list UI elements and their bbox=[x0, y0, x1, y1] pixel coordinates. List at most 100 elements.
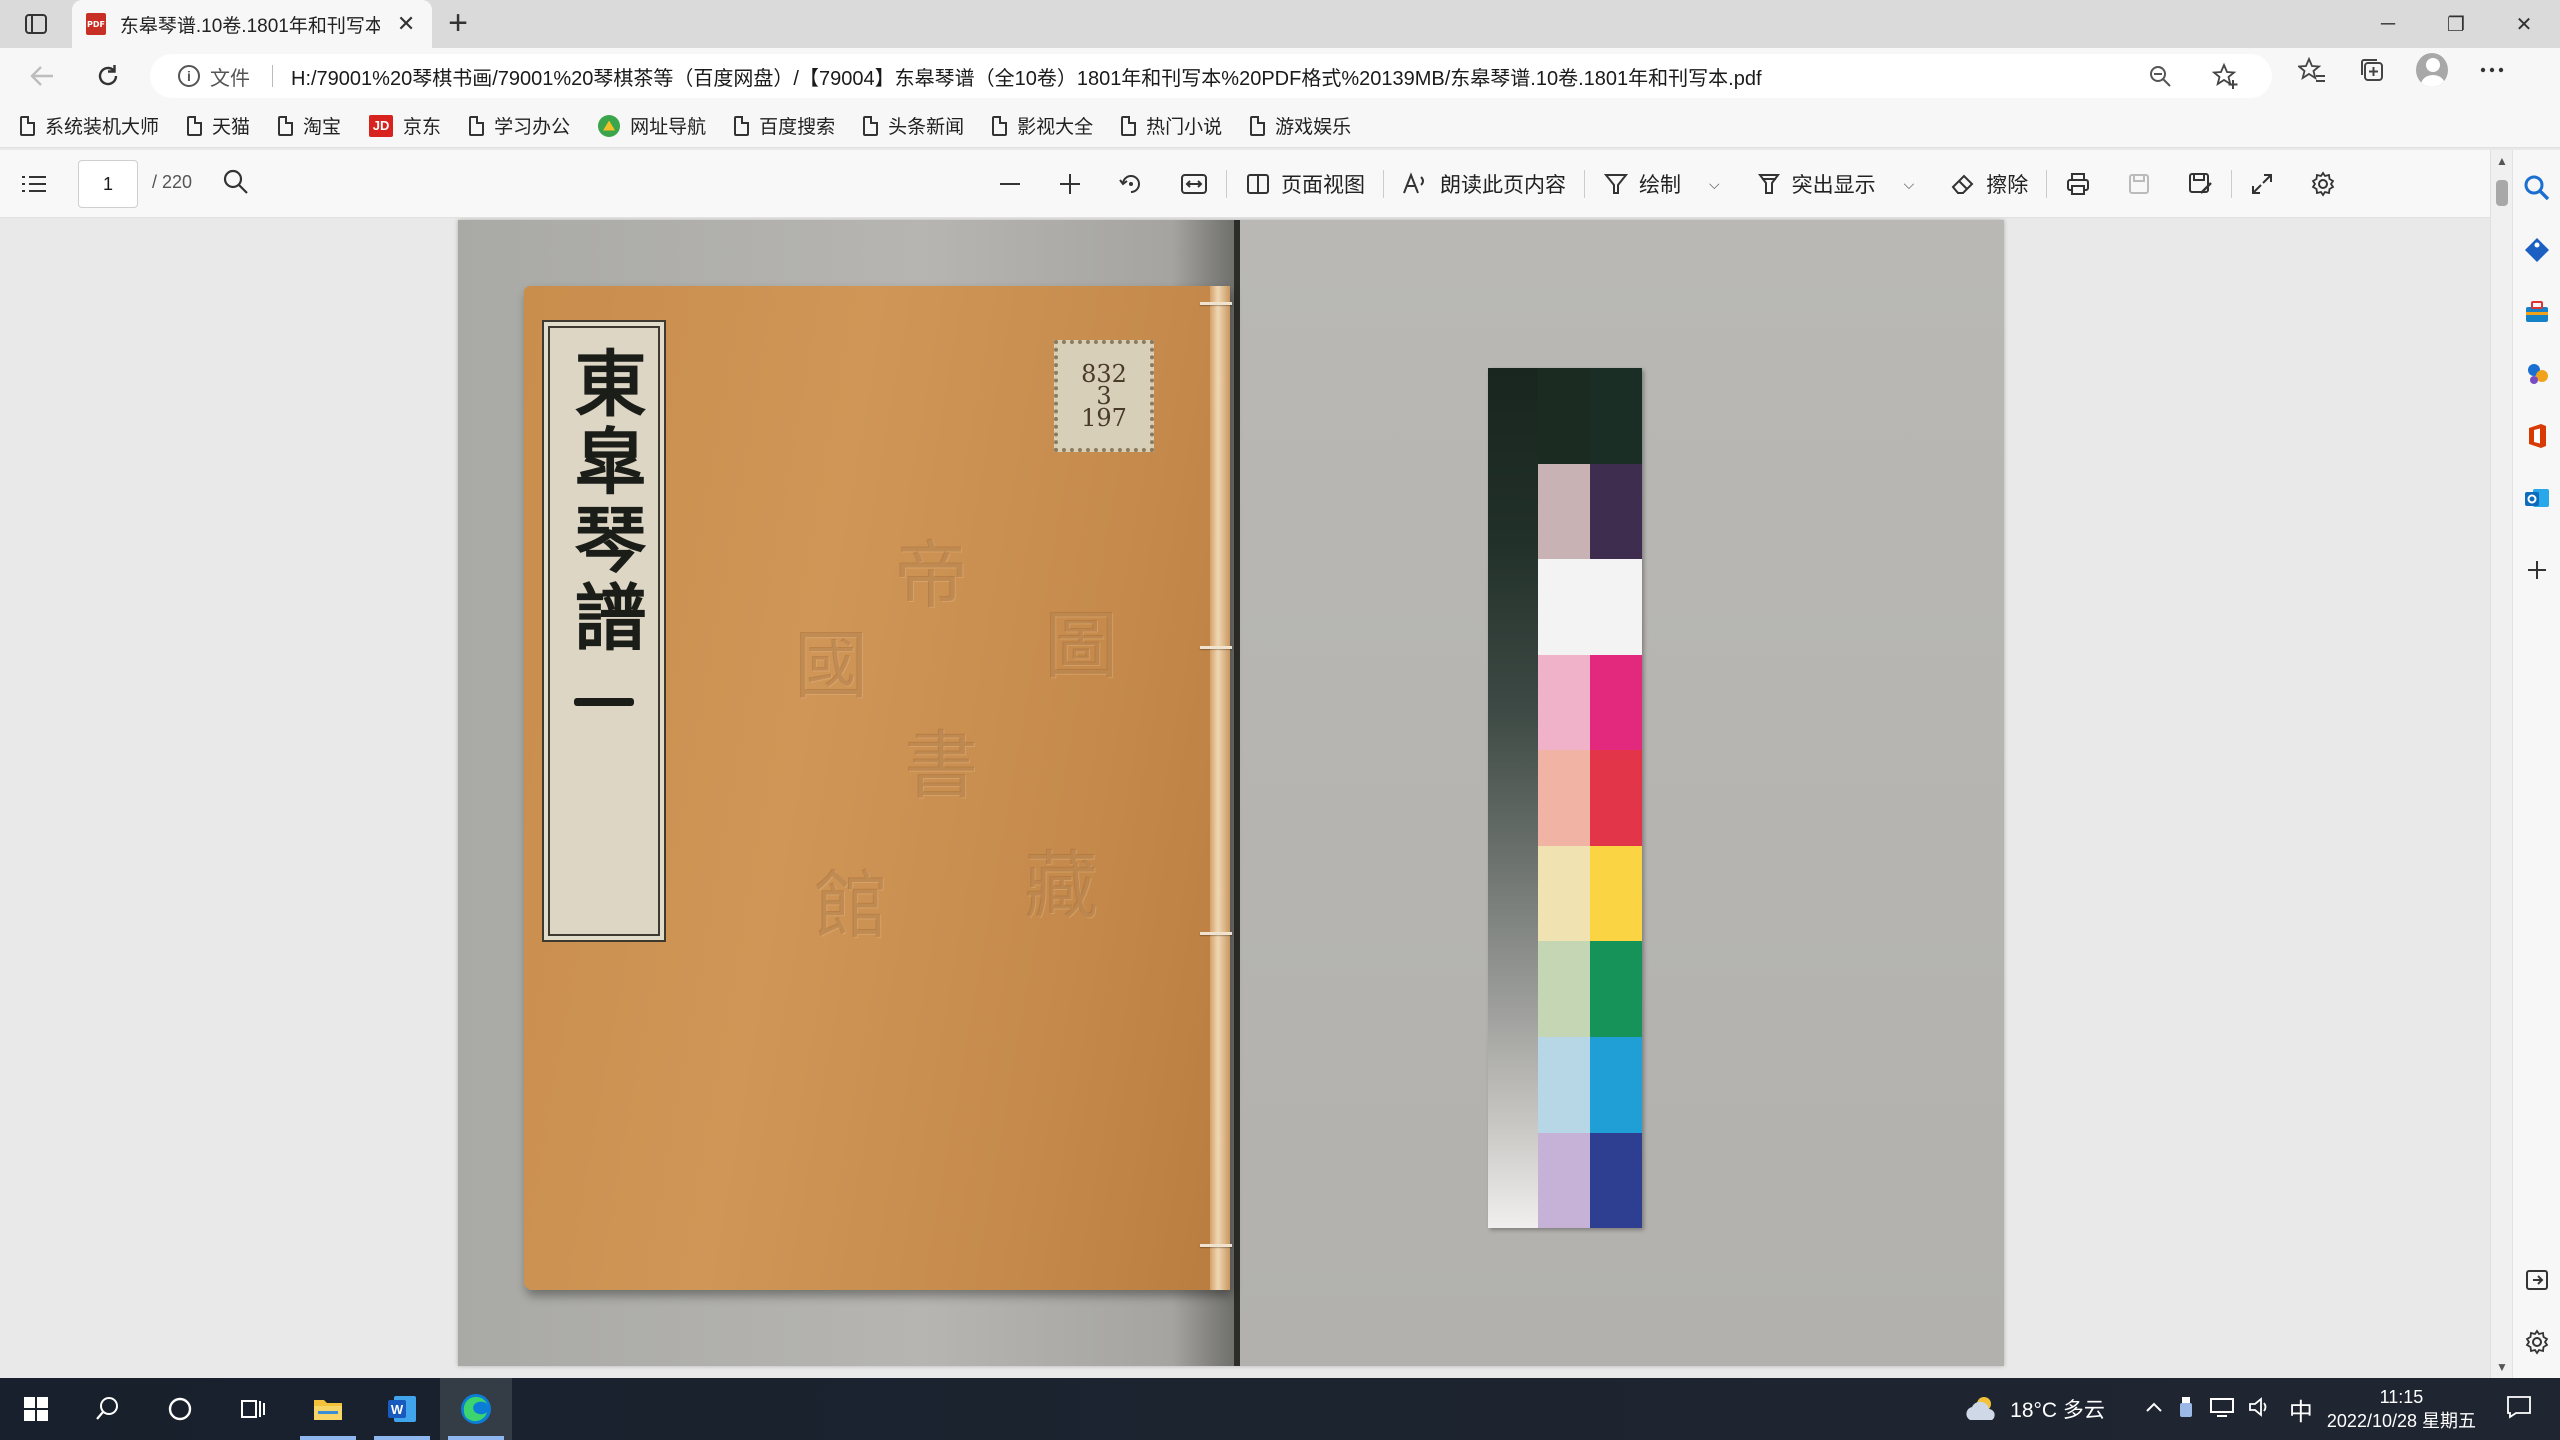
bookmark-item[interactable]: 学习办公 bbox=[469, 112, 570, 139]
bookmark-item[interactable]: 百度搜索 bbox=[734, 112, 835, 139]
cortana-button[interactable] bbox=[144, 1378, 216, 1440]
volume-icon[interactable] bbox=[2247, 1396, 2271, 1423]
favorites-icon[interactable] bbox=[2296, 54, 2328, 86]
site-info-icon[interactable]: i bbox=[178, 65, 200, 87]
save-button[interactable] bbox=[2109, 150, 2169, 218]
color-patch bbox=[1538, 463, 1590, 560]
more-options-icon[interactable] bbox=[2476, 54, 2508, 86]
file-explorer-button[interactable] bbox=[292, 1378, 364, 1440]
pdf-settings-button[interactable] bbox=[2292, 150, 2354, 218]
clock[interactable]: 11:15 2022/10/28 星期五 bbox=[2327, 1385, 2476, 1433]
rotate-button[interactable] bbox=[1100, 150, 1162, 218]
sidebar-tools-icon[interactable] bbox=[2521, 296, 2553, 328]
grayscale-strip bbox=[1488, 368, 1538, 1228]
bookmark-item[interactable]: 天猫 bbox=[187, 112, 250, 139]
tab-title: 东皋琴谱.10卷.1801年和刊写本.pdf bbox=[119, 15, 381, 37]
close-window-button[interactable]: ✕ bbox=[2490, 0, 2558, 48]
save-as-button[interactable] bbox=[2169, 150, 2231, 218]
draw-label: 绘制 bbox=[1639, 174, 1681, 197]
zoom-in-button[interactable] bbox=[1040, 150, 1100, 218]
sidebar-search-icon[interactable] bbox=[2521, 172, 2553, 204]
tab-actions-icon[interactable] bbox=[14, 8, 58, 40]
highlight-icon bbox=[1757, 174, 1780, 194]
weather-text[interactable]: 18°C 多云 bbox=[2010, 1394, 2105, 1424]
usb-drive-icon[interactable] bbox=[2177, 1395, 2195, 1424]
save-as-icon bbox=[2189, 173, 2213, 194]
page-view-icon bbox=[1247, 174, 1269, 194]
sidebar-settings-icon[interactable] bbox=[2521, 1326, 2553, 1358]
fullscreen-button[interactable] bbox=[2232, 150, 2292, 218]
bookmark-item[interactable]: 网址导航 bbox=[598, 112, 706, 139]
bookmark-item[interactable]: 影视大全 bbox=[992, 112, 1093, 139]
refresh-button[interactable] bbox=[88, 58, 128, 94]
binding-stitch bbox=[1200, 646, 1232, 649]
read-aloud-icon bbox=[1403, 172, 1424, 194]
read-aloud-button[interactable]: 朗读此页内容 bbox=[1384, 150, 1584, 218]
bookmark-item[interactable]: 头条新闻 bbox=[863, 112, 964, 139]
url-text[interactable]: H:/79001%20琴棋书画/79001%20琴棋茶等（百度网盘）/【7900… bbox=[291, 62, 1762, 91]
embossed-character: 書 bbox=[904, 723, 978, 809]
minus-icon bbox=[1000, 183, 1020, 185]
zoom-out-button[interactable] bbox=[980, 150, 1040, 218]
sidebar-collapse-icon[interactable] bbox=[2521, 1264, 2553, 1296]
sidebar-outlook-icon[interactable] bbox=[2521, 482, 2553, 514]
new-tab-button[interactable]: + bbox=[440, 6, 476, 42]
expand-icon bbox=[2252, 174, 2273, 194]
scroll-up-icon[interactable]: ▲ bbox=[2496, 154, 2508, 168]
word-button[interactable]: W bbox=[366, 1378, 438, 1440]
print-button[interactable] bbox=[2047, 150, 2109, 218]
ime-indicator[interactable]: 中 bbox=[2289, 1392, 2313, 1427]
start-button[interactable] bbox=[0, 1378, 72, 1440]
bookmark-item[interactable]: 热门小说 bbox=[1121, 112, 1222, 139]
back-button[interactable] bbox=[22, 58, 62, 94]
vertical-scrollbar[interactable]: ▲ ▼ bbox=[2490, 150, 2512, 1378]
bookmark-label: 京东 bbox=[403, 117, 442, 138]
task-view-button[interactable] bbox=[216, 1378, 288, 1440]
page-icon bbox=[1121, 115, 1137, 136]
book-spine-edge bbox=[1210, 286, 1230, 1290]
pdf-viewer[interactable]: 東皐琴譜 832 3 197 帝 國 圖 書 館 藏 bbox=[0, 218, 2490, 1378]
minimize-button[interactable]: ─ bbox=[2354, 0, 2422, 48]
add-favorite-icon[interactable] bbox=[2210, 60, 2242, 92]
edge-browser-button[interactable] bbox=[440, 1378, 512, 1440]
sidebar-add-icon[interactable] bbox=[2521, 554, 2553, 586]
chevron-down-icon[interactable]: ⌵ bbox=[1709, 176, 1720, 193]
collections-icon[interactable] bbox=[2356, 54, 2388, 86]
restore-button[interactable]: ❐ bbox=[2422, 0, 2490, 48]
contents-list-icon[interactable] bbox=[20, 170, 48, 198]
profile-avatar[interactable] bbox=[2416, 53, 2448, 87]
color-patch bbox=[1538, 368, 1590, 464]
search-icon[interactable] bbox=[222, 168, 252, 198]
network-icon[interactable] bbox=[2209, 1396, 2235, 1423]
notification-icon[interactable] bbox=[2506, 1395, 2532, 1424]
save-icon bbox=[2129, 174, 2150, 194]
erase-button[interactable]: 擦除 bbox=[1932, 150, 2046, 218]
sidebar-office-icon[interactable] bbox=[2521, 420, 2553, 452]
chevron-down-icon[interactable]: ⌵ bbox=[1904, 176, 1915, 193]
page-number-input[interactable]: 1 bbox=[78, 160, 138, 208]
highlight-button[interactable]: 突出显示 ⌵ bbox=[1738, 150, 1933, 218]
eraser-icon bbox=[1951, 174, 1974, 194]
tab-close-button[interactable]: ✕ bbox=[394, 11, 418, 37]
address-input[interactable]: i 文件 H:/79001%20琴棋书画/79001%20琴棋茶等（百度网盘）/… bbox=[150, 54, 2272, 98]
bookmark-item[interactable]: 淘宝 bbox=[278, 112, 341, 139]
page-icon bbox=[278, 115, 294, 136]
taskbar-search-button[interactable] bbox=[72, 1378, 144, 1440]
address-bar-row: i 文件 H:/79001%20琴棋书画/79001%20琴棋茶等（百度网盘）/… bbox=[0, 48, 2560, 104]
color-patch bbox=[1590, 845, 1642, 942]
bookmark-item[interactable]: JD 京东 bbox=[369, 112, 441, 139]
scroll-down-icon[interactable]: ▼ bbox=[2496, 1360, 2508, 1374]
chevron-up-icon[interactable] bbox=[2145, 1400, 2163, 1418]
bookmark-item[interactable]: 游戏娱乐 bbox=[1250, 112, 1351, 139]
zoom-icon[interactable] bbox=[2144, 60, 2176, 92]
windows-logo-icon bbox=[24, 1397, 48, 1421]
sidebar-games-icon[interactable] bbox=[2521, 358, 2553, 390]
page-view-button[interactable]: 页面视图 bbox=[1227, 150, 1383, 218]
binding-stitch bbox=[1200, 932, 1232, 935]
draw-button[interactable]: 绘制 ⌵ bbox=[1585, 150, 1738, 218]
scroll-thumb[interactable] bbox=[2496, 180, 2508, 206]
sidebar-shopping-icon[interactable] bbox=[2521, 234, 2553, 266]
bookmark-item[interactable]: 系统装机大师 bbox=[20, 112, 159, 139]
browser-tab-active[interactable]: PDF 东皋琴谱.10卷.1801年和刊写本.pdf ✕ bbox=[72, 0, 432, 48]
fit-width-button[interactable] bbox=[1162, 150, 1226, 218]
